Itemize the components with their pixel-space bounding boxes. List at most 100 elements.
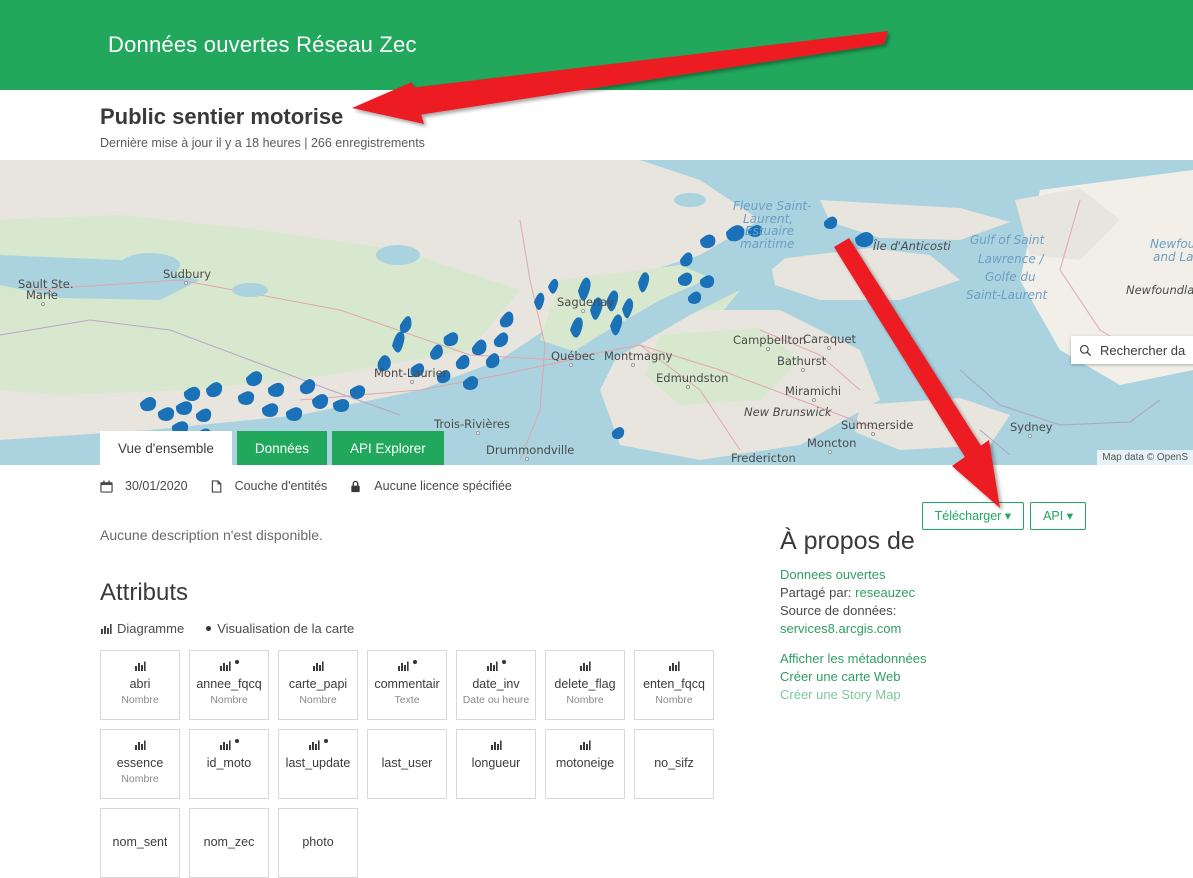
map-viewport[interactable]: Sault Ste. Marie Sudbury Mont-Laurier Trois-… [0, 160, 1193, 465]
attribute-card[interactable]: annee_fqcq Nombre [189, 650, 269, 720]
metadata-row: 30/01/2020 Couche d'entités Aucune licence… [0, 465, 1193, 493]
map-basemap [0, 160, 1193, 465]
metadata-item: Couche d'entités [210, 479, 328, 493]
map-city-dot [812, 398, 816, 402]
attribute-card-name: longueur [471, 756, 521, 770]
dot-icon [235, 660, 239, 664]
attribute-card-name: commentair [374, 677, 440, 691]
map-city-dot [871, 432, 875, 436]
legend-label-map: Visualisation de la carte [217, 621, 355, 636]
attribute-card[interactable]: date_inv Date ou heure [456, 650, 536, 720]
attribute-card-icons [134, 660, 147, 674]
about-shared-by: Partagé par: reseauzec [780, 584, 1100, 602]
attribute-card-icons [219, 739, 239, 753]
api-button-label: API [1043, 509, 1064, 523]
page-title-block: Public sentier motorise Dernière mise à … [0, 90, 1193, 160]
attribute-card-name: nom_zec [203, 835, 255, 849]
metadata-item-label: 30/01/2020 [125, 479, 188, 493]
metadata-item: 30/01/2020 [100, 479, 188, 493]
attribute-card[interactable]: essence Nombre [100, 729, 180, 799]
attribute-card-type: Nombre [121, 773, 159, 785]
attribute-card[interactable]: photo [278, 808, 358, 878]
map-city-dot [801, 368, 805, 372]
chart-icon [309, 740, 320, 750]
attribute-card[interactable]: no_sifz [634, 729, 714, 799]
action-button-group: Télécharger ▾ API ▾ [921, 502, 1086, 531]
document-icon [210, 479, 229, 493]
tab-label: Données [254, 440, 309, 456]
chart-icon [487, 661, 498, 671]
dataset-description: Aucune description n'est disponible. [100, 527, 323, 543]
attribute-card[interactable]: delete_flag Nombre [545, 650, 625, 720]
attribute-card[interactable]: carte_papi Nombre [278, 650, 358, 720]
dot-icon [413, 660, 417, 664]
attribute-card[interactable]: last_user [367, 729, 447, 799]
site-title: Données ouvertes Réseau Zec [108, 32, 417, 57]
about-source-value[interactable]: services8.arcgis.com [780, 620, 1100, 638]
about-spacer [780, 638, 1100, 650]
attribute-card[interactable]: abri Nombre [100, 650, 180, 720]
attribute-card[interactable]: motoneige [545, 729, 625, 799]
attribute-card-name: essence [116, 756, 164, 770]
attribute-card-icons [668, 660, 681, 674]
attribute-card[interactable]: last_update [278, 729, 358, 799]
attribute-card-name: annee_fqcq [196, 677, 262, 691]
attribute-card[interactable]: enten_fqcq Nombre [634, 650, 714, 720]
chart-icon [134, 740, 146, 750]
attribute-card[interactable]: nom_zec [189, 808, 269, 878]
metadata-item-label: Aucune licence spécifiée [374, 479, 512, 493]
download-button[interactable]: Télécharger ▾ [921, 502, 1025, 531]
chart-icon [579, 661, 591, 671]
tab-data[interactable]: Données [236, 430, 327, 465]
attribute-card[interactable]: nom_sent [100, 808, 180, 878]
chart-icon [220, 661, 231, 671]
attribute-card-name: nom_sent [112, 835, 168, 849]
about-org-link[interactable]: Donnees ouvertes [780, 566, 1100, 584]
tab-overview[interactable]: Vue d'ensemble [100, 430, 232, 465]
main-column: Aucune description n'est disponible. Att… [0, 527, 770, 878]
map-attribution: Map data © OpenS [1097, 450, 1193, 465]
map-search-placeholder-text: Rechercher da [1100, 342, 1186, 358]
map-search-input[interactable]: Rechercher da [1071, 336, 1193, 364]
attribute-card-icons [579, 660, 592, 674]
dot-icon [235, 739, 239, 743]
map-city-dot [766, 347, 770, 351]
attribute-card-name: id_moto [206, 756, 252, 770]
page-title: Public sentier motorise [100, 104, 344, 129]
dot-icon [206, 626, 212, 631]
lock-icon [349, 480, 368, 493]
chart-icon [579, 740, 591, 750]
about-shared-by-value[interactable]: reseauzec [855, 585, 915, 600]
calendar-icon [100, 480, 119, 493]
map-city-dot [525, 457, 529, 461]
legend-label-chart: Diagramme [117, 621, 185, 636]
chart-icon [134, 661, 146, 671]
about-link-metadata[interactable]: Afficher les métadonnées [780, 650, 1100, 668]
attribute-card-type: Date ou heure [462, 694, 530, 706]
about-link-create-webmap[interactable]: Créer une carte Web [780, 668, 1100, 686]
tab-label: Vue d'ensemble [118, 440, 214, 456]
attribute-card-name: carte_papi [288, 677, 348, 691]
api-button[interactable]: API ▾ [1030, 502, 1086, 531]
attribute-card-icons [308, 739, 328, 753]
chart-icon [312, 661, 324, 671]
attributes-legend: Diagramme Visualisation de la carte [100, 621, 770, 636]
attribute-card[interactable]: commentair Texte [367, 650, 447, 720]
attribute-card-type: Nombre [210, 694, 248, 706]
metadata-item-label: Couche d'entités [234, 479, 328, 493]
tab-api-explorer[interactable]: API Explorer [331, 430, 444, 465]
map-city-dot [1028, 434, 1032, 438]
attribute-card-icons [134, 739, 147, 753]
attribute-card-name: enten_fqcq [643, 677, 705, 691]
tab-label: API Explorer [349, 440, 426, 456]
attribute-card[interactable]: longueur [456, 729, 536, 799]
dot-icon [502, 660, 506, 664]
attribute-card[interactable]: id_moto [189, 729, 269, 799]
attribute-card-name: motoneige [555, 756, 615, 770]
chart-icon [398, 661, 409, 671]
download-button-label: Télécharger [934, 509, 1002, 523]
attribute-card-name: last_update [285, 756, 351, 770]
attribute-card-icons [219, 660, 239, 674]
about-link-create-storymap[interactable]: Créer une Story Map [780, 686, 1100, 704]
attribute-card-name: abri [129, 677, 151, 691]
